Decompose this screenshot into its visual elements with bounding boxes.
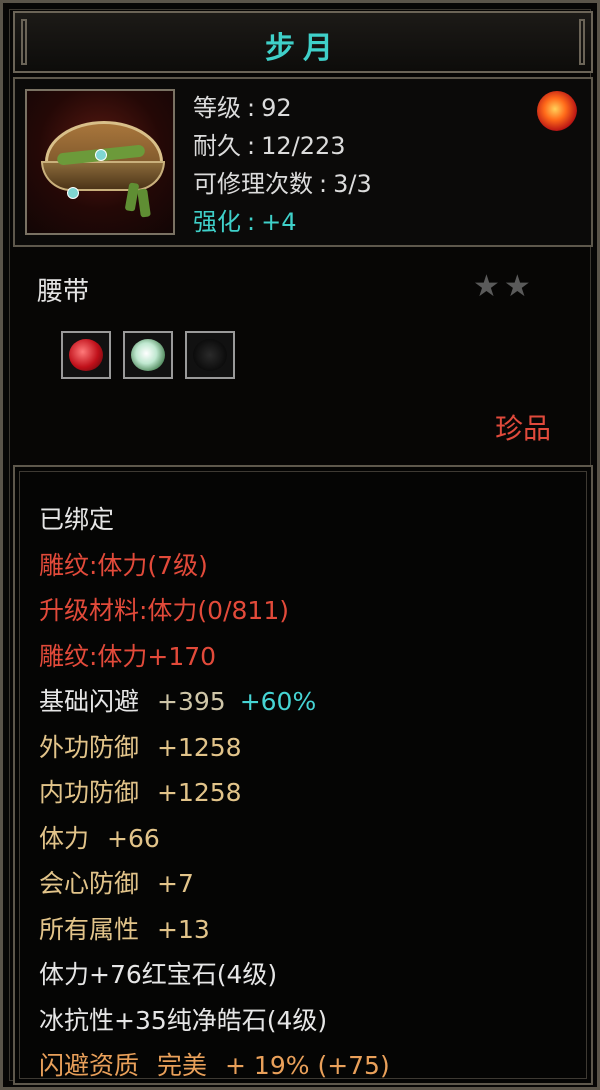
quality-line: 闪避资质 完美 + 19% (+75) <box>39 1043 390 1089</box>
dodge-line: 基础闪避 +395 +60% <box>39 679 390 725</box>
crit-def-value: +7 <box>157 869 194 898</box>
ruby-gem-icon-fill <box>69 339 103 371</box>
quality-grade: 完美 <box>157 1051 208 1080</box>
item-tooltip: 步月 等级:92 耐久:12/223 可修理次数:3/3 强化: +4 腰带 ★… <box>0 0 600 1090</box>
engrave-bonus-line: 雕纹:体力+170 <box>39 641 217 671</box>
belt-tail <box>137 188 151 218</box>
outer-def-value: +1258 <box>157 732 242 762</box>
gem-line-2: 冰抗性+35纯净皓石(4级) <box>39 1005 328 1035</box>
bound-status: 已绑定 <box>39 505 115 534</box>
repair-label: 可修理次数 <box>193 170 313 198</box>
all-attr-label: 所有属性 <box>39 914 140 944</box>
empty-socket-icon[interactable] <box>185 331 235 379</box>
enhance-row: 强化: +4 <box>193 208 297 236</box>
enhance-value: +4 <box>261 208 297 236</box>
inner-def-value: +1258 <box>157 778 242 807</box>
repair-row: 可修理次数:3/3 <box>193 170 372 198</box>
title-bar: 步月 <box>13 11 593 73</box>
enhance-label: 强化 <box>193 208 241 236</box>
crit-def-line: 会心防御 +7 <box>39 861 390 907</box>
dodge-label: 基础闪避 <box>39 687 140 716</box>
all-attr-value: +13 <box>157 914 210 944</box>
item-info-panel: 等级:92 耐久:12/223 可修理次数:3/3 强化: +4 <box>13 77 593 247</box>
ruby-gem-icon[interactable] <box>61 331 111 379</box>
dodge-value: +395 <box>157 687 226 716</box>
star-rating: ★★ <box>473 269 535 304</box>
belt-band <box>41 161 165 191</box>
level-label: 等级 <box>193 94 241 122</box>
fire-emblem-icon <box>537 91 577 131</box>
rarity-label: 珍品 <box>495 412 552 445</box>
durability-row: 耐久:12/223 <box>193 132 346 160</box>
outer-def-label: 外功防御 <box>39 732 140 762</box>
stamina-label: 体力 <box>39 823 90 853</box>
inner-def-label: 内功防御 <box>39 778 140 807</box>
level-row: 等级:92 <box>193 94 292 122</box>
upgrade-material-line: 升级材料:体力(0/811) <box>39 596 289 625</box>
outer-def-line: 外功防御 +1258 <box>39 725 390 771</box>
inner-def-line: 内功防御 +1258 <box>39 770 390 816</box>
item-details-panel: 已绑定 雕纹:体力(7级) 升级材料:体力(0/811) 雕纹:体力+170 基… <box>13 465 593 1085</box>
empty-socket-fill <box>193 339 227 371</box>
engrave-line: 雕纹:体力(7级) <box>39 550 208 580</box>
white-gem-icon[interactable] <box>123 331 173 379</box>
belt-icon[interactable] <box>25 89 175 235</box>
item-type: 腰带 <box>37 277 90 307</box>
level-value: 92 <box>261 94 292 122</box>
white-gem-icon-fill <box>131 339 165 371</box>
durability-value: 12/223 <box>261 132 346 160</box>
belt-gem <box>95 149 107 161</box>
crit-def-label: 会心防御 <box>39 869 140 898</box>
item-name: 步月 <box>265 31 341 66</box>
item-stats: 等级:92 耐久:12/223 可修理次数:3/3 强化: +4 <box>193 89 372 241</box>
quality-value: + 19% (+75) <box>225 1051 390 1080</box>
repair-value: 3/3 <box>333 170 372 198</box>
all-attr-line: 所有属性 +13 <box>39 907 390 953</box>
quality-label: 闪避资质 <box>39 1051 140 1080</box>
belt-gem <box>67 187 79 199</box>
stamina-line: 体力 +66 <box>39 816 390 862</box>
dodge-pct: +60% <box>239 687 317 716</box>
gem-line-1: 体力+76红宝石(4级) <box>39 960 278 989</box>
detail-lines: 已绑定 雕纹:体力(7级) 升级材料:体力(0/811) 雕纹:体力+170 基… <box>39 497 390 1089</box>
stamina-value: +66 <box>107 823 160 853</box>
durability-label: 耐久 <box>193 132 241 160</box>
